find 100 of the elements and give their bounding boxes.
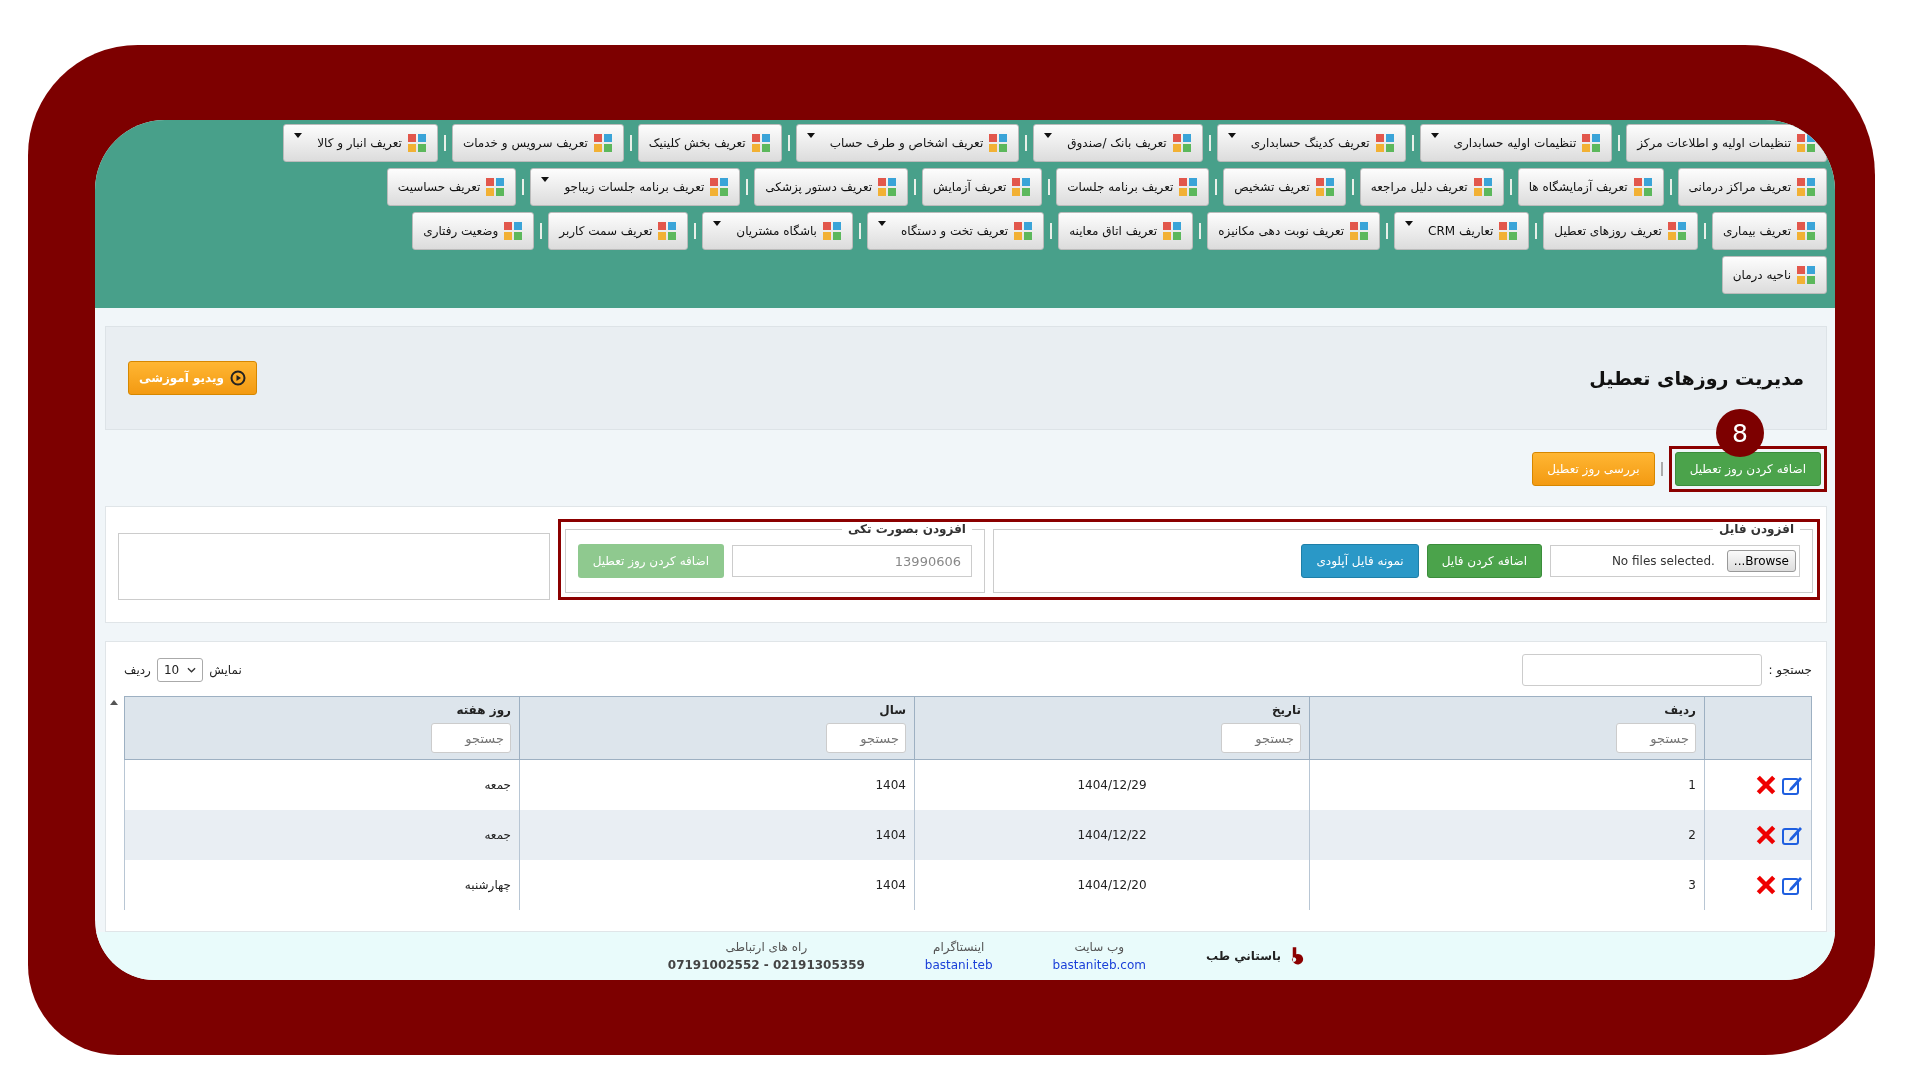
table-cell: 1404/12/29 bbox=[1077, 778, 1147, 792]
search-field[interactable] bbox=[1522, 654, 1763, 686]
menu-button[interactable]: وضعیت رفتاری bbox=[412, 212, 535, 250]
table-cell: 1404/12/20 bbox=[1077, 878, 1147, 892]
tile-icon bbox=[1013, 221, 1034, 241]
menu-button[interactable]: تعریف روزهای تعطیل bbox=[1543, 212, 1698, 250]
menu-button[interactable]: تعریف آزمایشگاه ها bbox=[1517, 168, 1664, 206]
filter-field[interactable]: جستجو bbox=[1616, 723, 1696, 753]
table-cell: 2 bbox=[1688, 828, 1696, 842]
date-field[interactable]: 13990606 bbox=[732, 545, 972, 577]
menu-button[interactable]: تعریف کدینگ حسابداری bbox=[1216, 124, 1406, 162]
menu-button[interactable]: تعریف آزمایش bbox=[922, 168, 1043, 206]
tile-icon bbox=[821, 221, 842, 241]
tile-icon bbox=[1796, 265, 1816, 285]
tile-icon bbox=[709, 177, 730, 197]
tile-icon bbox=[750, 133, 771, 153]
caret-icon bbox=[806, 133, 815, 138]
group-title: افزودن بصورت تکی bbox=[846, 522, 967, 536]
chevron-icon bbox=[187, 667, 197, 673]
menu-button[interactable]: تعاریف CRM bbox=[1394, 212, 1530, 250]
menu-button[interactable]: تعریف نوبت دهی مکانیزه bbox=[1207, 212, 1381, 250]
delete-icon[interactable] bbox=[1755, 824, 1777, 846]
tile-icon bbox=[1171, 133, 1192, 153]
tile-icon bbox=[485, 177, 506, 197]
filter-field[interactable]: جستجو bbox=[826, 723, 906, 753]
menu-button[interactable]: تعریف اشخاص و طرف حساب bbox=[795, 124, 1020, 162]
tile-icon bbox=[1349, 221, 1370, 241]
menu-button[interactable]: ناحیه درمان bbox=[1721, 256, 1827, 294]
tile-icon bbox=[1178, 177, 1199, 197]
caret-icon bbox=[541, 177, 550, 182]
website-link[interactable]: bastaniteb.com bbox=[1052, 958, 1146, 972]
menu-button[interactable]: تعریف سرویس و خدمات bbox=[451, 124, 624, 162]
file-status: No files selected. bbox=[1611, 554, 1715, 568]
search-label: جستجو : bbox=[1768, 663, 1812, 677]
menu-button[interactable]: تعریف بخش کلینیک bbox=[637, 124, 782, 162]
filter-field[interactable]: جستجو bbox=[431, 723, 511, 753]
show-label: نمایش bbox=[209, 663, 242, 677]
caret-icon bbox=[1044, 133, 1053, 138]
menu-button[interactable]: تنظیمات اولیه حسابداری bbox=[1419, 124, 1613, 162]
tile-icon bbox=[1162, 221, 1183, 241]
edit-icon[interactable] bbox=[1781, 824, 1803, 846]
tile-icon bbox=[592, 133, 613, 153]
tile-icon bbox=[503, 221, 524, 241]
page-size-select[interactable]: 10 bbox=[156, 658, 204, 682]
footer-label: وب سایت bbox=[1074, 940, 1125, 954]
brand-name: باستاني طب bbox=[1205, 949, 1281, 963]
logo-icon bbox=[1291, 945, 1305, 967]
menu-button[interactable]: تعریف حساسیت bbox=[386, 168, 517, 206]
menu-button[interactable]: باشگاه مشتریان bbox=[702, 212, 853, 250]
play-icon bbox=[230, 370, 247, 386]
tile-icon bbox=[1011, 177, 1032, 197]
menu-button[interactable]: تعریف انبار و کالا bbox=[283, 124, 438, 162]
table-cell: چهارشنبه bbox=[464, 878, 511, 892]
tile-icon bbox=[1374, 133, 1395, 153]
footer-label: راه های ارتباطی bbox=[725, 940, 808, 954]
menu-button[interactable]: تعریف دستور پزشکی bbox=[754, 168, 909, 206]
tile-icon bbox=[1796, 177, 1816, 197]
instagram-link[interactable]: bastani.teb bbox=[924, 958, 993, 972]
tile-icon bbox=[1796, 133, 1816, 153]
menu-button[interactable]: تنظیمات اولیه و اطلاعات مرکز bbox=[1626, 124, 1827, 162]
delete-icon[interactable] bbox=[1755, 774, 1777, 796]
delete-icon[interactable] bbox=[1755, 874, 1777, 896]
edit-icon[interactable] bbox=[1781, 874, 1803, 896]
caret-icon bbox=[877, 221, 886, 226]
menu-button[interactable]: تعریف سمت کاربر bbox=[548, 212, 689, 250]
menu-button[interactable]: تعریف مراکز درمانی bbox=[1677, 168, 1827, 206]
filter-field[interactable]: جستجو bbox=[1221, 723, 1301, 753]
menu-button[interactable]: تعریف برنامه جلسات bbox=[1056, 168, 1210, 206]
menu-button[interactable]: تعریف بیماری bbox=[1711, 212, 1827, 250]
menu-button[interactable]: تعریف برنامه جلسات زیباجو bbox=[530, 168, 741, 206]
menu-button[interactable]: تعریف اتاق معاینه bbox=[1058, 212, 1194, 250]
tile-icon bbox=[1314, 177, 1335, 197]
menu-button[interactable]: تعریف تشخیص bbox=[1223, 168, 1346, 206]
tile-icon bbox=[1796, 221, 1816, 241]
table-cell: 1 bbox=[1688, 778, 1696, 792]
table-cell: 1404/12/22 bbox=[1077, 828, 1147, 842]
tile-icon bbox=[1581, 133, 1602, 153]
rows-label: ردیف bbox=[124, 663, 151, 677]
table-cell: جمعه bbox=[484, 828, 511, 842]
tile-icon bbox=[1632, 177, 1653, 197]
tile-icon bbox=[1472, 177, 1493, 197]
tile-icon bbox=[877, 177, 898, 197]
menu-button[interactable]: تعریف تخت و دستگاه bbox=[866, 212, 1045, 250]
browse-button[interactable]: Browse... bbox=[1726, 550, 1796, 572]
table-cell: 3 bbox=[1688, 878, 1696, 892]
edit-icon[interactable] bbox=[1781, 774, 1803, 796]
menu-button[interactable]: تعریف دلیل مراجعه bbox=[1359, 168, 1504, 206]
phone-numbers: 07191002552 - 02191305359 bbox=[667, 958, 865, 972]
caret-icon bbox=[1227, 133, 1236, 138]
file-field[interactable]: No files selected. Browse... bbox=[1550, 545, 1800, 577]
caret-icon bbox=[1430, 133, 1439, 138]
caret-icon bbox=[713, 221, 722, 226]
table-cell: 1404 bbox=[875, 778, 906, 792]
caret-icon bbox=[294, 133, 303, 138]
menu-button[interactable]: تعریف بانک /صندوق bbox=[1033, 124, 1203, 162]
tile-icon bbox=[1498, 221, 1519, 241]
column-header: تاریخ bbox=[1270, 703, 1301, 717]
table-cell: 1404 bbox=[875, 878, 906, 892]
step-badge: 8 bbox=[1716, 409, 1764, 457]
caret-icon bbox=[1405, 221, 1414, 226]
